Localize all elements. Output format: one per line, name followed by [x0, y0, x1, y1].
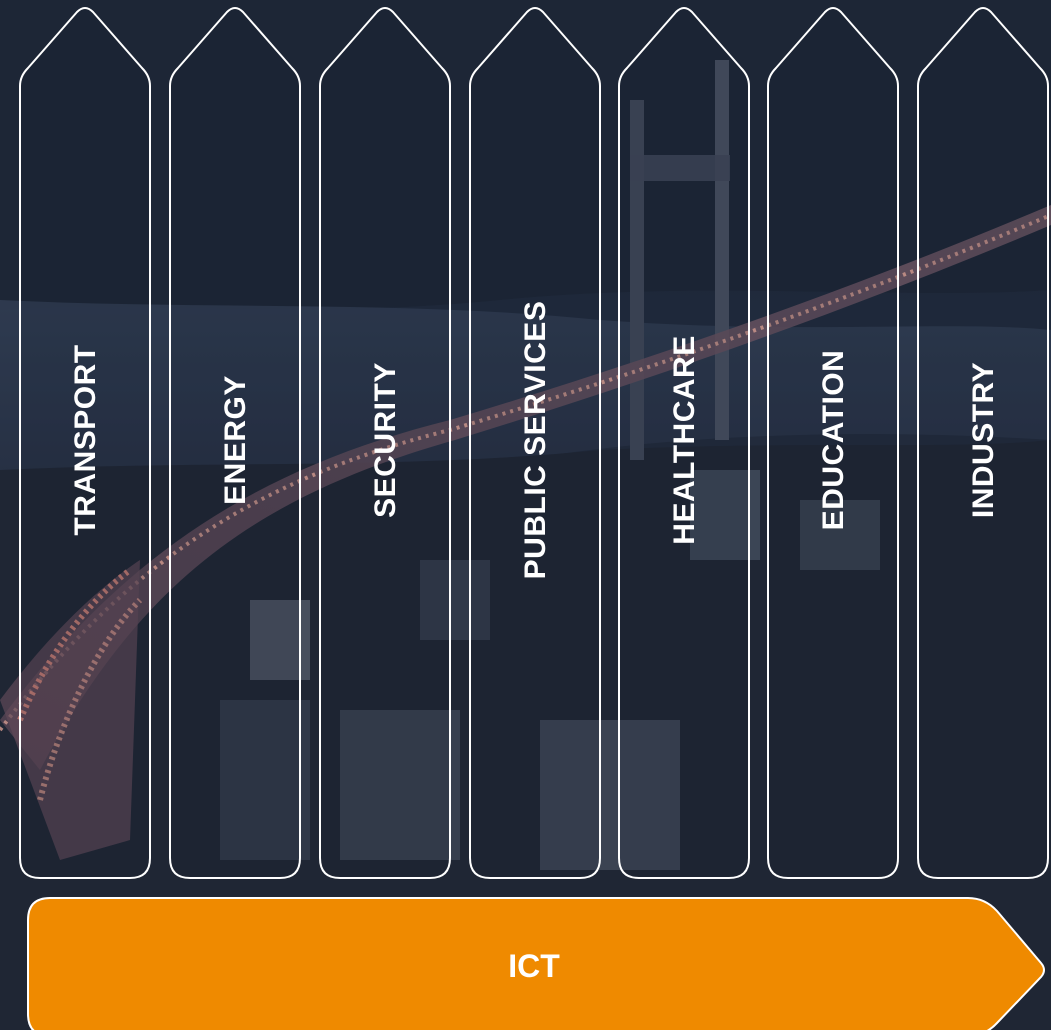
pillar-energy: ENERGY [169, 7, 301, 879]
pillar-label-industry: INDUSTRY [967, 362, 1000, 518]
pillar-label-security: SECURITY [369, 362, 402, 518]
pillar-label-public-services: PUBLIC SERVICES [519, 301, 552, 580]
pillar-healthcare: HEALTHCARE [618, 7, 750, 879]
pillar-education: EDUCATION [767, 7, 899, 879]
pillar-industry: INDUSTRY [917, 7, 1049, 879]
ict-base-arrow: ICT [27, 897, 1045, 1030]
pillar-label-transport: TRANSPORT [69, 344, 102, 535]
pillars-group: TRANSPORT ENERGY SECURITY PUBLIC SERVICES HE… [19, 7, 1049, 879]
pillar-label-education: EDUCATION [817, 350, 850, 531]
pillar-label-energy: ENERGY [219, 375, 252, 505]
pillar-label-healthcare: HEALTHCARE [668, 335, 701, 544]
ict-pillars-diagram: TRANSPORT ENERGY SECURITY PUBLIC SERVICES HE… [19, 7, 1049, 1030]
pillar-security: SECURITY [319, 7, 451, 879]
pillar-transport: TRANSPORT [19, 7, 151, 879]
ict-label: ICT [508, 948, 560, 984]
diagram-canvas: TRANSPORT ENERGY SECURITY PUBLIC SERVICES HE… [0, 0, 1051, 1030]
pillar-public-services: PUBLIC SERVICES [469, 7, 601, 879]
